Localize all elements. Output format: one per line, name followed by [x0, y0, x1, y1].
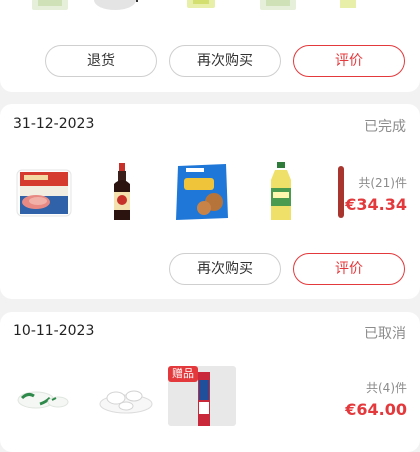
- order-summary: 共(21)件 €34.34: [345, 174, 407, 214]
- gift-badge: 赠品: [168, 366, 198, 382]
- order-date: 10-11-2023: [13, 323, 95, 339]
- product-thumbnails[interactable]: [14, 162, 346, 222]
- order-header: 31-12-2023 已完成: [13, 116, 406, 136]
- product-thumbnail[interactable]: [258, 0, 318, 12]
- order-total: €64.00: [345, 400, 407, 419]
- product-thumbnail[interactable]: [92, 0, 152, 12]
- order-card[interactable]: 10-11-2023 已取消 赠品 共(4)件 €64.00: [0, 312, 420, 452]
- product-thumbnail[interactable]: [14, 376, 74, 436]
- product-thumbnail[interactable]: [30, 0, 90, 12]
- order-card: 退货 再次购买 评价: [0, 0, 420, 92]
- product-thumbnail[interactable]: [338, 0, 398, 12]
- product-thumbnails[interactable]: [0, 0, 420, 12]
- return-button[interactable]: 退货: [45, 45, 157, 77]
- product-thumbnails[interactable]: 赠品: [14, 366, 346, 426]
- product-thumbnail[interactable]: [14, 162, 74, 222]
- item-count: 共(4)件: [366, 381, 407, 395]
- item-count: 共(21)件: [358, 176, 407, 190]
- order-summary: 共(4)件 €64.00: [345, 379, 407, 419]
- order-status: 已取消: [364, 326, 406, 342]
- review-button[interactable]: 评价: [293, 45, 405, 77]
- order-status: 已完成: [364, 119, 406, 135]
- product-thumbnail[interactable]: [251, 162, 311, 222]
- product-thumbnail[interactable]: [185, 0, 245, 12]
- order-card[interactable]: 31-12-2023 已完成 共(21)件 €34.34 再次购买 评价: [0, 104, 420, 299]
- gift-product-thumbnail[interactable]: 赠品: [168, 366, 236, 426]
- review-button[interactable]: 评价: [293, 253, 405, 285]
- product-thumbnail[interactable]: [96, 376, 156, 436]
- order-date: 31-12-2023: [13, 116, 95, 132]
- rebuy-button[interactable]: 再次购买: [169, 253, 281, 285]
- product-thumbnail[interactable]: [172, 162, 232, 222]
- order-total: €34.34: [345, 195, 407, 214]
- rebuy-button[interactable]: 再次购买: [169, 45, 281, 77]
- product-thumbnail[interactable]: [92, 162, 152, 222]
- order-header: 10-11-2023 已取消: [13, 323, 406, 343]
